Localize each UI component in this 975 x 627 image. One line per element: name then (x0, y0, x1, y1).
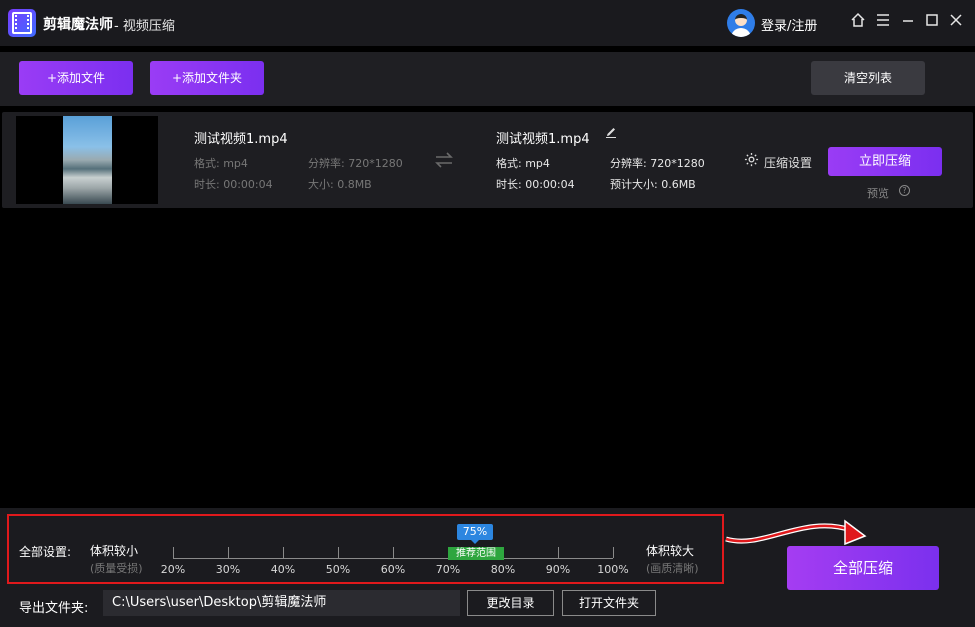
slider-value-badge[interactable]: 75% (457, 524, 493, 544)
open-folder-button[interactable]: 打开文件夹 (562, 590, 656, 616)
recommend-range-marker: 推荐范围 (448, 547, 504, 560)
slider-tick-label: 100% (597, 563, 629, 576)
compression-slider-track[interactable] (173, 558, 613, 559)
add-file-button[interactable]: +添加文件 (19, 61, 133, 95)
toolbar: +添加文件 +添加文件夹 清空列表 (0, 52, 975, 106)
preview-link[interactable]: 预览 (867, 185, 889, 201)
slider-tick-label: 40% (270, 563, 296, 576)
slider-tick (338, 547, 339, 558)
clear-quality-note: (画质清晰) (646, 562, 699, 575)
minimize-icon[interactable] (898, 12, 918, 32)
help-icon[interactable]: ? (899, 185, 910, 196)
source-duration: 时长: 00:00:04 (194, 178, 273, 191)
output-format: 格式: mp4 (496, 157, 550, 170)
add-folder-button[interactable]: +添加文件夹 (150, 61, 264, 95)
slider-tick-label: 80% (490, 563, 516, 576)
compress-now-button[interactable]: 立即压缩 (828, 147, 942, 176)
slider-tick-label: 70% (435, 563, 461, 576)
source-format: 格式: mp4 (194, 157, 248, 170)
bottom-panel: 全部设置: 体积较小 (质量受损) 20% 30% 40% 50% 60% 70% 80% 9… (0, 508, 975, 627)
maximize-icon[interactable] (922, 12, 942, 32)
app-logo-icon (8, 9, 36, 37)
title-bar: 剪辑魔法师 - 视频压缩 登录/注册 (0, 0, 975, 46)
video-thumbnail[interactable] (16, 116, 158, 204)
slider-tick-label: 60% (380, 563, 406, 576)
output-duration: 时长: 00:00:04 (496, 178, 575, 191)
output-estimated-size: 预计大小: 0.6MB (610, 178, 696, 191)
smaller-size-label: 体积较小 (90, 544, 139, 558)
edit-name-icon[interactable] (605, 126, 617, 141)
change-directory-button[interactable]: 更改目录 (467, 590, 554, 616)
global-settings-label: 全部设置: (19, 545, 72, 559)
slider-tick-label: 30% (215, 563, 241, 576)
compress-all-button[interactable]: 全部压缩 (787, 546, 939, 590)
quality-loss-note: (质量受损) (90, 562, 143, 575)
slider-tick (283, 547, 284, 558)
slider-tick (228, 547, 229, 558)
menu-icon[interactable] (873, 12, 893, 32)
close-icon[interactable] (946, 12, 966, 32)
convert-arrows-icon (434, 152, 454, 173)
source-resolution: 分辨率: 720*1280 (308, 157, 403, 170)
source-file-name: 测试视频1.mp4 (194, 132, 288, 147)
login-register-link[interactable]: 登录/注册 (761, 15, 817, 34)
slider-tick (173, 547, 174, 558)
app-name: 剪辑魔法师 (43, 17, 113, 33)
output-resolution: 分辨率: 720*1280 (610, 157, 705, 170)
slider-tick-label: 90% (545, 563, 571, 576)
file-list-item: 测试视频1.mp4 格式: mp4 分辨率: 720*1280 时长: 00:0… (2, 112, 973, 208)
slider-tick (393, 547, 394, 558)
window-subtitle: - 视频压缩 (114, 19, 175, 34)
export-folder-label: 导出文件夹: (19, 601, 89, 616)
compress-settings-button[interactable]: 压缩设置 (764, 154, 812, 171)
larger-size-label: 体积较大 (646, 544, 695, 558)
gear-icon[interactable] (744, 152, 759, 171)
slider-tick (558, 547, 559, 558)
output-file-name: 测试视频1.mp4 (496, 132, 590, 147)
slider-tick-label: 50% (325, 563, 351, 576)
clear-list-button[interactable]: 清空列表 (811, 61, 925, 95)
source-size: 大小: 0.8MB (308, 178, 372, 191)
slider-tick (613, 547, 614, 558)
export-path-field[interactable]: C:\Users\user\Desktop\剪辑魔法师 (103, 590, 460, 616)
slider-tick-label: 20% (160, 563, 186, 576)
home-icon[interactable] (848, 12, 868, 32)
user-avatar-icon[interactable] (727, 9, 755, 37)
